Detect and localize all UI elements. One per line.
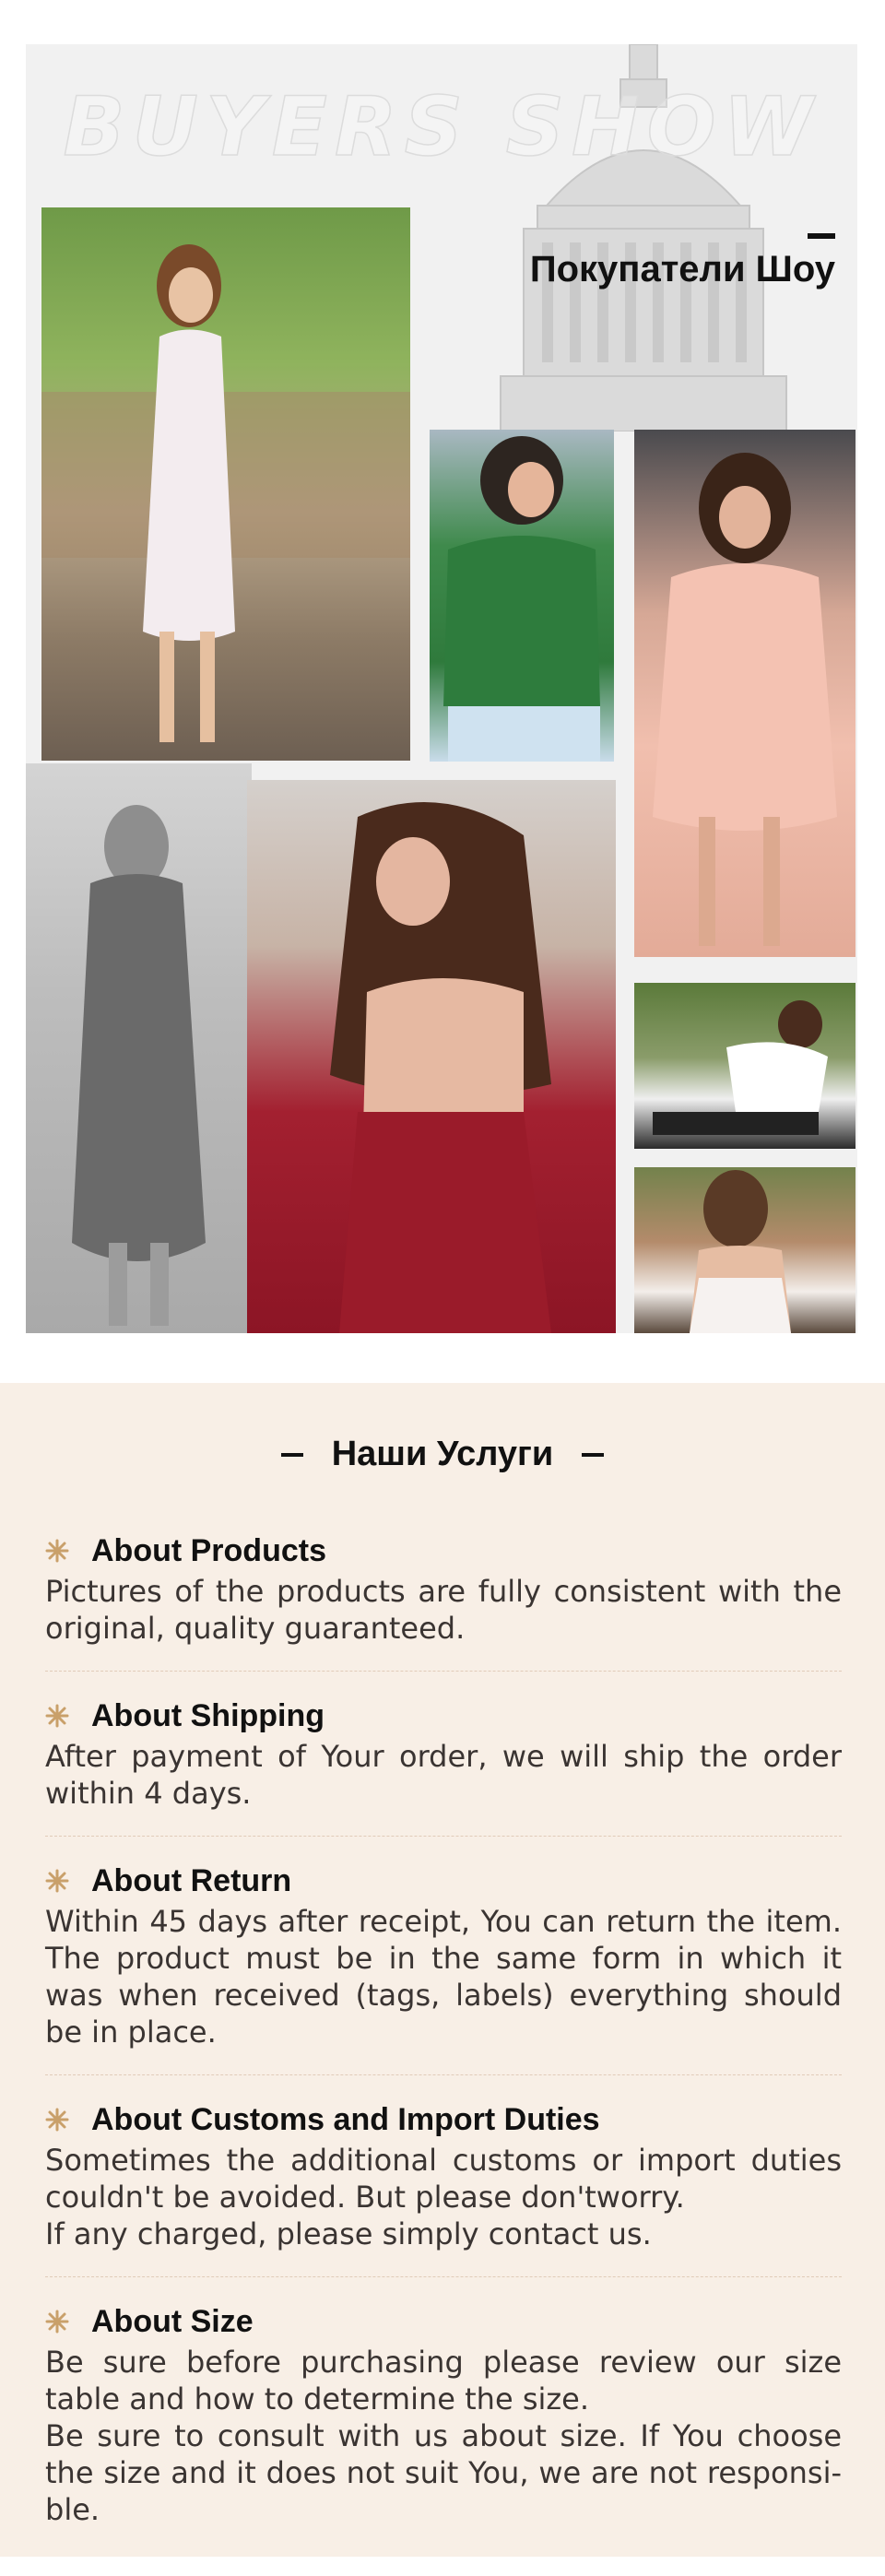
service-heading: About Size: [91, 2303, 254, 2339]
service-text: Sometimes the additional customs or impo…: [45, 2143, 842, 2251]
star-icon: [45, 1539, 69, 1563]
buyers-show-watermark: BUYERS SHOW: [63, 78, 820, 175]
buyer-photo-white-shirt: [634, 983, 856, 1149]
buyers-show-section: BUYERS SHOW Покупатели Шоу: [26, 44, 857, 1333]
star-icon: [45, 1704, 69, 1728]
services-section: Наши Услуги About Products Pictures of t…: [0, 1383, 885, 2557]
service-item-return: About Return Within 45 days after receip…: [45, 1861, 842, 2075]
services-title-dash-left: [281, 1452, 304, 1457]
faded-photo-black-dress: [26, 763, 252, 1333]
service-heading: About Shipping: [91, 1697, 325, 1733]
figure-silhouette: [72, 805, 206, 1326]
services-list: About Products Pictures of the products …: [45, 1530, 842, 2576]
services-title: Наши Услуги: [331, 1435, 554, 1473]
star-icon: [45, 2108, 69, 2132]
service-item-size: About Size Be sure before purchasing ple…: [45, 2301, 842, 2552]
star-icon: [45, 1869, 69, 1893]
service-item-customs: About Customs and Import Duties Sometime…: [45, 2099, 842, 2277]
buyer-photo-burgundy-dress: [247, 780, 616, 1333]
services-header: Наши Услуги: [0, 1435, 885, 1474]
service-item-shipping: About Shipping After payment of Your ord…: [45, 1696, 842, 1837]
buyer-photo-white-camisole: [634, 1167, 856, 1333]
service-text: Be sure before purchasing please review …: [45, 2345, 842, 2527]
service-text: Pictures of the products are fully consi…: [45, 1574, 842, 1646]
service-item-products: About Products Pictures of the products …: [45, 1530, 842, 1672]
service-heading: About Products: [91, 1532, 326, 1568]
star-icon: [45, 2310, 69, 2334]
service-heading: About Customs and Import Duties: [91, 2101, 600, 2137]
buyers-show-title: Покупатели Шоу: [529, 249, 835, 290]
title-dash: [808, 233, 835, 239]
buyer-photo-white-dress-garden: [41, 207, 410, 761]
service-heading: About Return: [91, 1862, 292, 1898]
buyer-photo-pink-robe: [634, 430, 856, 957]
service-text: Within 45 days after receipt, You can re…: [45, 1904, 842, 2050]
service-text: After payment of Your order, we will shi…: [45, 1739, 842, 1811]
services-title-dash-right: [581, 1452, 604, 1457]
buyer-photo-green-shirt: [430, 430, 614, 762]
